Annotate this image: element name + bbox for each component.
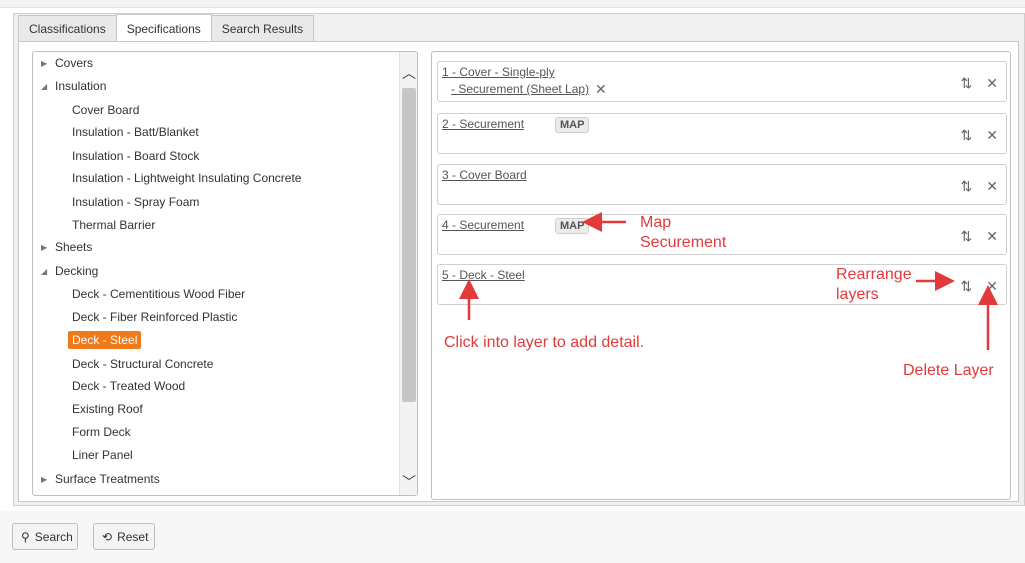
annotation-text: Securement [640, 234, 727, 251]
top-strip [0, 0, 1025, 8]
layer-label[interactable]: 2 - Securement [442, 117, 524, 131]
annotation-text: layers [836, 286, 879, 303]
tree-item-decking[interactable]: ◢ Decking [41, 261, 98, 281]
tree-item-label: Decking [55, 264, 99, 278]
rearrange-icon[interactable]: ⇅ [961, 278, 973, 295]
layer-5[interactable]: 5 - Deck - Steel ⇅ ✕ [437, 264, 1007, 305]
layer-actions: ⇅ ✕ [961, 278, 998, 295]
tree-item-deck-cementitious[interactable]: Deck - Cementitious Wood Fiber [72, 284, 245, 304]
layer-label[interactable]: 4 - Securement [442, 218, 524, 232]
search-icon: ⚲ [21, 529, 30, 544]
layer-actions: ⇅ ✕ [961, 75, 998, 92]
tree-item-label: Deck - Structural Concrete [72, 357, 214, 371]
tree-item-insulation-spray-foam[interactable]: Insulation - Spray Foam [72, 192, 199, 212]
category-tree-panel: ▶ Covers ◢ Insulation Cover Board Insula… [32, 51, 418, 496]
rearrange-icon[interactable]: ⇅ [961, 127, 973, 144]
annotation-text: Map [640, 214, 672, 231]
annotation-click-into-layer: Click into layer to add detail. [444, 334, 645, 351]
caret-down-icon[interactable]: ◢ [41, 82, 55, 91]
chevron-down-icon[interactable]: ﹀ [400, 471, 417, 493]
tree-item-label: Insulation - Lightweight Insulating Conc… [72, 171, 302, 185]
layer-3[interactable]: 3 - Cover Board ⇅ ✕ [437, 164, 1007, 205]
tab-bar: Classifications Specifications Search Re… [18, 14, 315, 42]
annotation-rearrange: Rearrange layers [836, 265, 912, 305]
delete-icon[interactable]: ✕ [986, 127, 998, 144]
annotation-text: Rearrange [836, 266, 912, 283]
tree-item-liner-panel[interactable]: Liner Panel [72, 445, 133, 465]
delete-icon[interactable]: ✕ [986, 178, 998, 195]
tab-search-results[interactable]: Search Results [210, 15, 315, 42]
delete-icon[interactable]: ✕ [986, 75, 998, 92]
map-button[interactable]: MAP [555, 117, 590, 133]
tree-item-insulation-board-stock[interactable]: Insulation - Board Stock [72, 146, 199, 166]
reset-button-label: Reset [117, 529, 149, 544]
tree-item-label: Existing Roof [72, 402, 143, 416]
layer-2[interactable]: 2 - Securement MAP ⇅ ✕ [437, 113, 1007, 154]
tree-item-label: Form Deck [72, 425, 131, 439]
tree-item-deck-treated-wood[interactable]: Deck - Treated Wood [72, 376, 185, 396]
tree-item-existing-roof[interactable]: Existing Roof [72, 399, 143, 419]
tree-item-label: Thermal Barrier [72, 218, 156, 232]
annotation-delete-layer: Delete Layer [903, 362, 994, 379]
tree-item-deck-fiber-plastic[interactable]: Deck - Fiber Reinforced Plastic [72, 307, 237, 327]
tab-specifications[interactable]: Specifications [115, 14, 212, 42]
tree-item-label: Liner Panel [72, 448, 133, 462]
layer-actions: ⇅ ✕ [961, 228, 998, 245]
layer-label[interactable]: 3 - Cover Board [442, 168, 527, 182]
tree-item-label: Cover Board [72, 103, 140, 117]
rearrange-icon[interactable]: ⇅ [961, 178, 973, 195]
layer-actions: ⇅ ✕ [961, 178, 998, 195]
chevron-up-icon[interactable]: ︿ [400, 62, 417, 84]
tree-item-label: Insulation - Spray Foam [72, 195, 200, 209]
tree-item-label: Surface Treatments [55, 472, 160, 486]
layer-label[interactable]: 1 - Cover - Single-ply [442, 65, 555, 79]
annotation-map-securement: Map Securement [640, 213, 726, 253]
remove-sub-icon[interactable]: ✕ [595, 81, 607, 98]
tree-item-label: Covers [55, 56, 94, 70]
category-tree: ▶ Covers ◢ Insulation Cover Board Insula… [33, 52, 399, 495]
layer-1[interactable]: 1 - Cover - Single-ply - Securement (She… [437, 61, 1007, 102]
specification-panel: Classifications Specifications Search Re… [13, 13, 1025, 506]
scroll-thumb[interactable] [402, 88, 416, 402]
delete-icon[interactable]: ✕ [986, 228, 998, 245]
tree-item-label: Insulation - Board Stock [72, 149, 200, 163]
tab-classifications[interactable]: Classifications [18, 15, 117, 42]
tree-item-label: Sheets [55, 240, 93, 254]
delete-icon[interactable]: ✕ [986, 278, 998, 295]
tree-item-sheets[interactable]: ▶ Sheets [41, 237, 92, 257]
map-button[interactable]: MAP [555, 218, 590, 234]
search-button-label: Search [34, 529, 73, 544]
reset-button[interactable]: ⟲ Reset [93, 523, 155, 550]
tree-item-cover-board[interactable]: Cover Board [72, 100, 139, 120]
reset-icon: ⟲ [102, 529, 113, 544]
search-button[interactable]: ⚲ Search [12, 523, 78, 550]
tree-item-surface-treatments[interactable]: ▶ Surface Treatments [41, 469, 160, 489]
tree-item-insulation-lightweight[interactable]: Insulation - Lightweight Insulating Conc… [72, 168, 301, 188]
tree-item-label: Insulation - Batt/Blanket [72, 125, 199, 139]
caret-down-icon[interactable]: ◢ [41, 267, 55, 276]
tree-item-insulation-batt[interactable]: Insulation - Batt/Blanket [72, 122, 199, 142]
tree-scrollbar[interactable]: ︿ ﹀ [399, 52, 417, 495]
action-bar: ⚲ Search ⟲ Reset [0, 511, 1025, 563]
tree-item-label: Deck - Treated Wood [72, 379, 186, 393]
caret-right-icon[interactable]: ▶ [41, 243, 55, 252]
rearrange-icon[interactable]: ⇅ [961, 228, 973, 245]
layer-actions: ⇅ ✕ [961, 127, 998, 144]
caret-right-icon[interactable]: ▶ [41, 475, 55, 484]
layers-panel: 1 - Cover - Single-ply - Securement (She… [431, 51, 1011, 500]
tree-item-deck-structural-concrete[interactable]: Deck - Structural Concrete [72, 354, 213, 374]
tree-item-thermal-barrier[interactable]: Thermal Barrier [72, 215, 155, 235]
tree-item-label: Insulation [55, 79, 107, 93]
tree-item-label: Deck - Cementitious Wood Fiber [72, 287, 246, 301]
caret-right-icon[interactable]: ▶ [41, 59, 55, 68]
tree-item-covers[interactable]: ▶ Covers [41, 53, 93, 73]
rearrange-icon[interactable]: ⇅ [961, 75, 973, 92]
tree-item-deck-steel[interactable]: Deck - Steel [68, 330, 142, 350]
layer-label[interactable]: 5 - Deck - Steel [442, 268, 525, 282]
tree-item-label: Deck - Fiber Reinforced Plastic [72, 310, 238, 324]
layer-sub-label[interactable]: - Securement (Sheet Lap) [451, 82, 589, 96]
tree-item-insulation[interactable]: ◢ Insulation [41, 76, 106, 96]
tree-item-form-deck[interactable]: Form Deck [72, 422, 131, 442]
tree-item-label-selected: Deck - Steel [68, 331, 142, 349]
